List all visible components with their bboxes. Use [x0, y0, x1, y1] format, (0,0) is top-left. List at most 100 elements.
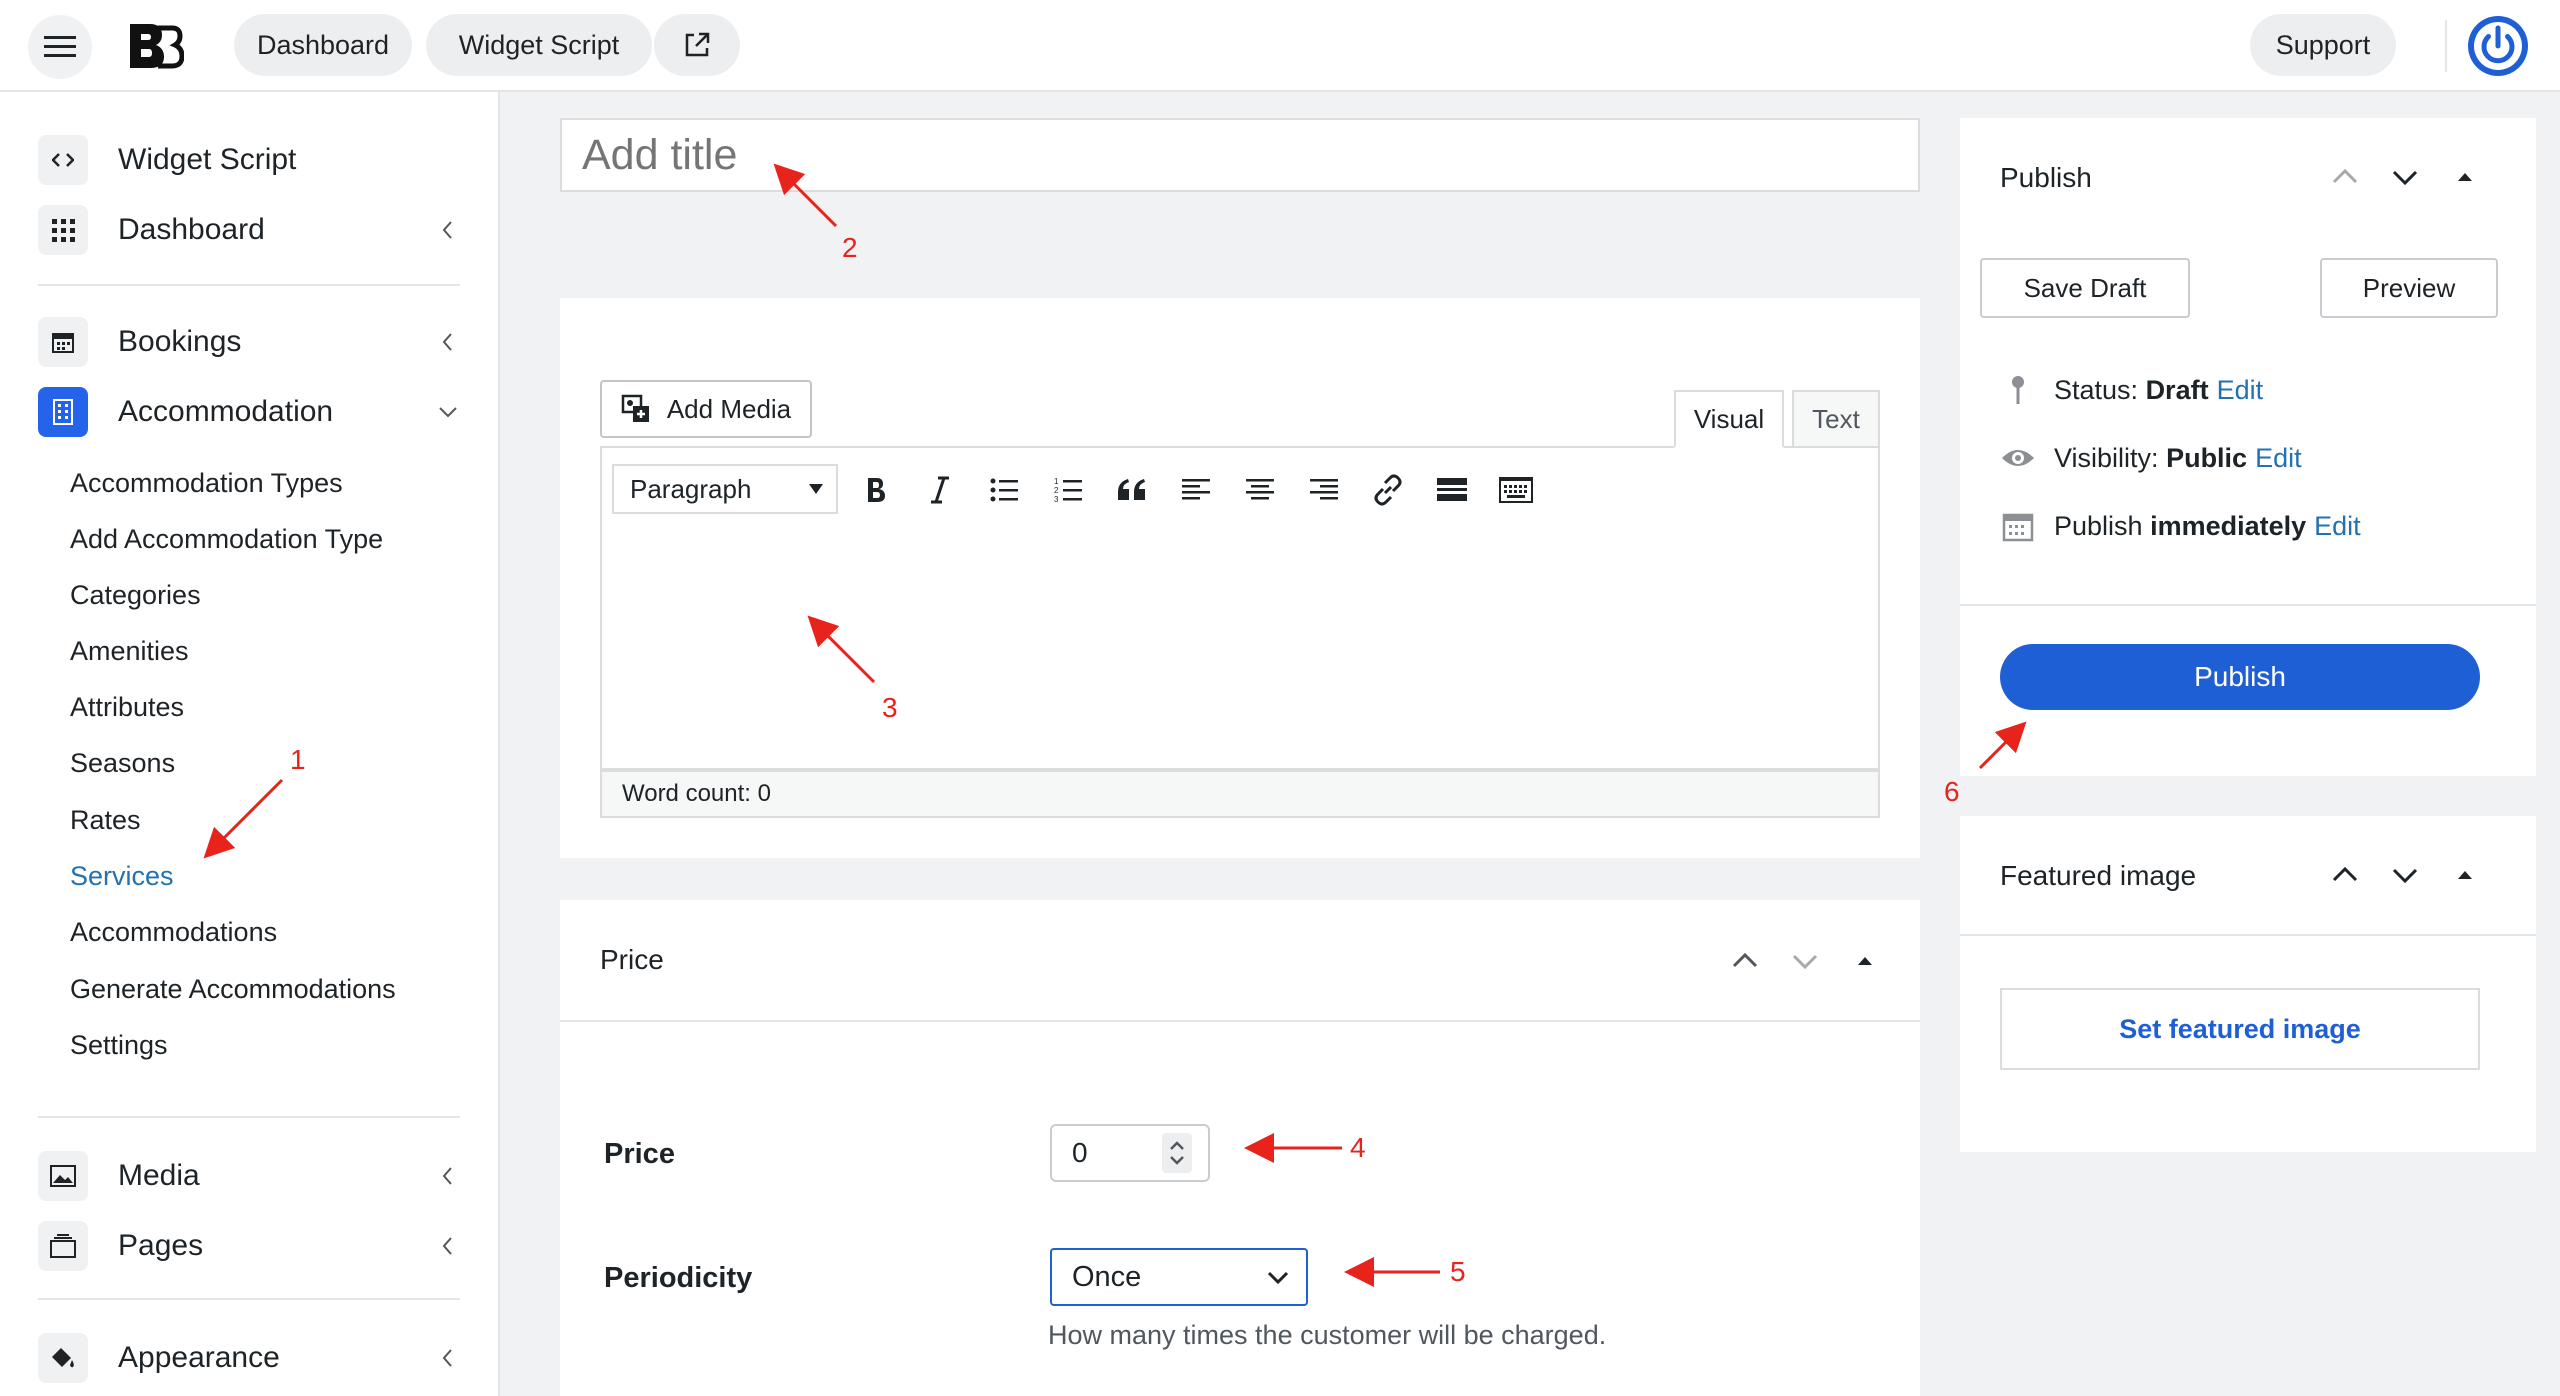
italic-button[interactable]	[918, 468, 962, 512]
widget-script-button-label: Widget Script	[458, 29, 620, 60]
editor-content-area[interactable]	[600, 530, 1880, 770]
visibility-edit-link[interactable]: Edit	[2255, 443, 2302, 474]
triangle-up-icon[interactable]	[1848, 944, 1882, 978]
bullet-list-button[interactable]	[982, 468, 1026, 512]
periodicity-select[interactable]: Once	[1050, 1248, 1308, 1306]
chevron-left-icon	[442, 333, 452, 351]
submenu-item-services[interactable]: Services	[70, 861, 174, 892]
hamburger-menu-button[interactable]	[28, 15, 92, 79]
publish-panel-divider	[1960, 604, 2536, 606]
tab-text[interactable]: Text	[1792, 390, 1880, 448]
submenu-item-attributes[interactable]: Attributes	[70, 692, 184, 723]
code-icon	[38, 135, 88, 185]
submenu-item-rates[interactable]: Rates	[70, 805, 141, 836]
pages-icon	[38, 1221, 88, 1271]
quote-icon	[1118, 479, 1145, 500]
spinner-icon[interactable]	[1162, 1133, 1192, 1173]
support-button-label: Support	[2275, 29, 2371, 60]
external-link-icon	[685, 32, 710, 57]
brand-logo[interactable]	[128, 22, 184, 70]
add-media-button[interactable]: Add Media	[600, 380, 812, 438]
sidebar-item-bookings[interactable]: Bookings	[38, 312, 460, 372]
submenu-item-generate-accommodations[interactable]: Generate Accommodations	[70, 974, 396, 1005]
price-input[interactable]: 0	[1050, 1124, 1210, 1182]
title-placeholder: Add title	[582, 131, 738, 179]
format-select[interactable]: Paragraph	[612, 464, 838, 514]
annotation-label-5: 5	[1450, 1256, 1466, 1287]
sidebar-item-media[interactable]: Media	[38, 1146, 460, 1206]
publish-button-label: Publish	[2194, 661, 2286, 692]
featured-image-panel-title: Featured image	[2000, 860, 2197, 891]
open-external-button[interactable]	[654, 14, 740, 76]
chevron-up-icon[interactable]	[2328, 858, 2362, 892]
sidebar-item-label: Appearance	[118, 1341, 280, 1374]
eye-icon	[2000, 440, 2036, 476]
periodicity-help-text: How many times the customer will be char…	[1048, 1320, 1607, 1350]
caret-down-icon	[809, 484, 823, 494]
triangle-up-icon[interactable]	[2448, 858, 2482, 892]
blockquote-button[interactable]	[1110, 468, 1154, 512]
tab-visual[interactable]: Visual	[1674, 390, 1784, 448]
bold-button[interactable]	[854, 468, 898, 512]
keyboard-icon	[1499, 477, 1533, 503]
user-account-button[interactable]	[2466, 14, 2530, 78]
visibility-row: Visibility: Public Edit	[2000, 436, 2302, 480]
add-media-icon	[621, 394, 649, 422]
submenu-item-categories[interactable]: Categories	[70, 580, 201, 611]
add-media-label: Add Media	[666, 393, 792, 424]
status-edit-link[interactable]: Edit	[2217, 375, 2264, 406]
submenu-item-seasons[interactable]: Seasons	[70, 748, 175, 779]
chevron-up-icon[interactable]	[1728, 944, 1762, 978]
save-draft-button[interactable]: Save Draft	[1980, 258, 2190, 318]
link-icon	[1374, 474, 1402, 506]
sidebar-item-dashboard[interactable]: Dashboard	[38, 200, 460, 260]
set-featured-image-label: Set featured image	[2119, 1013, 2361, 1044]
annotation-label-4: 4	[1350, 1132, 1366, 1163]
image-icon	[38, 1151, 88, 1201]
periodicity-label: Periodicity	[604, 1262, 753, 1294]
align-right-button[interactable]	[1302, 468, 1346, 512]
chevron-down-icon[interactable]	[1788, 944, 1822, 978]
publish-date-edit-link[interactable]: Edit	[2314, 511, 2361, 542]
align-right-icon	[1310, 479, 1338, 500]
toolbar-toggle-button[interactable]	[1494, 468, 1538, 512]
submenu-item-amenities[interactable]: Amenities	[70, 636, 189, 667]
set-featured-image-button[interactable]: Set featured image	[2000, 988, 2480, 1070]
annotation-label-6: 6	[1944, 776, 1960, 807]
chevron-left-icon	[442, 1167, 452, 1185]
chevron-left-icon	[442, 1349, 452, 1367]
submenu-item-add-accommodation-type[interactable]: Add Accommodation Type	[70, 524, 383, 555]
sidebar-item-appearance[interactable]: Appearance	[38, 1328, 460, 1388]
numbered-list-button[interactable]: 123	[1046, 468, 1090, 512]
triangle-up-icon[interactable]	[2448, 160, 2482, 194]
status-label: Status:	[2054, 374, 2139, 405]
sidebar-divider	[38, 1298, 460, 1300]
hamburger-icon	[44, 36, 76, 57]
insert-link-button[interactable]	[1366, 468, 1410, 512]
widget-script-button[interactable]: Widget Script	[426, 14, 652, 76]
sidebar-item-pages[interactable]: Pages	[38, 1216, 460, 1276]
sidebar-divider	[38, 284, 460, 286]
submenu-item-settings[interactable]: Settings	[70, 1030, 168, 1061]
preview-button[interactable]: Preview	[2320, 258, 2498, 318]
calendar-icon	[38, 317, 88, 367]
submenu-item-accommodation-types[interactable]: Accommodation Types	[70, 468, 343, 499]
price-panel-title: Price	[600, 944, 664, 975]
read-more-button[interactable]	[1430, 468, 1474, 512]
chevron-down-icon[interactable]	[2388, 160, 2422, 194]
chevron-up-icon[interactable]	[2328, 160, 2362, 194]
chevron-down-icon[interactable]	[2388, 858, 2422, 892]
svg-text:3: 3	[1054, 495, 1059, 503]
support-button[interactable]: Support	[2250, 14, 2396, 76]
align-center-icon	[1246, 479, 1274, 500]
title-input[interactable]: Add title	[560, 118, 1920, 192]
sidebar-item-widget-script[interactable]: Widget Script	[38, 130, 460, 190]
power-icon	[2468, 16, 2528, 76]
dashboard-button[interactable]: Dashboard	[234, 14, 412, 76]
align-center-button[interactable]	[1238, 468, 1282, 512]
publish-button[interactable]: Publish	[2000, 644, 2480, 710]
sidebar-item-accommodation[interactable]: Accommodation	[38, 382, 460, 442]
align-left-button[interactable]	[1174, 468, 1218, 512]
submenu-item-accommodations[interactable]: Accommodations	[70, 917, 277, 948]
building-icon	[38, 387, 88, 437]
